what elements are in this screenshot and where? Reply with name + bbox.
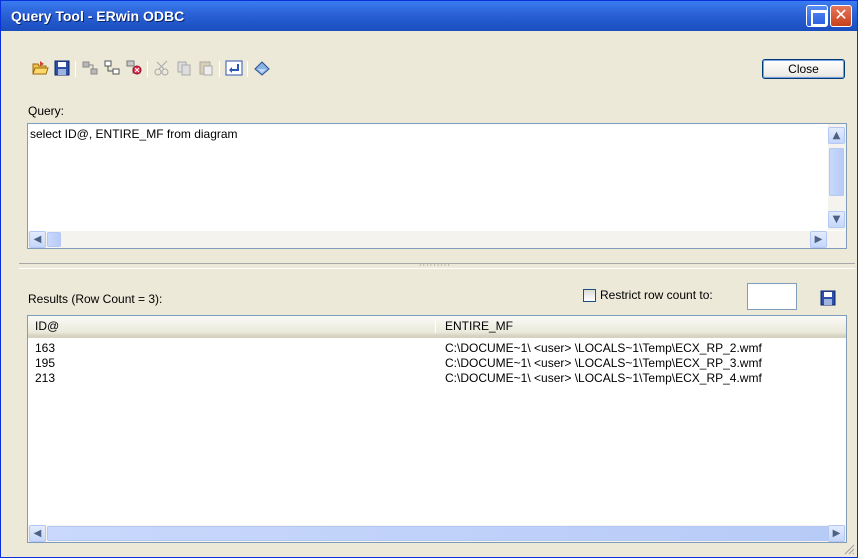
column-header-entire-mf[interactable]: ENTIRE_MF [438, 316, 513, 336]
cell-id: 195 [35, 356, 56, 370]
restrict-row-count-label[interactable]: Restrict row count to: [600, 288, 713, 302]
table-row[interactable]: 163 C:\DOCUME~1\ <user> \LOCALS~1\Temp\E… [28, 341, 846, 356]
results-grid[interactable]: ID@ ENTIRE_MF 163 C:\DOCUME~1\ <user> \L… [27, 315, 847, 543]
pane-splitter[interactable]: ········· [19, 261, 855, 270]
scroll-up-icon[interactable]: ▲ [828, 127, 845, 144]
query-vertical-scrollbar[interactable]: ▲ ▼ [828, 124, 846, 230]
save-results-icon[interactable] [819, 289, 837, 307]
title-bar[interactable]: Query Tool - ERwin ODBC ✕ [1, 1, 857, 31]
scroll-right-icon[interactable]: ▶ [828, 525, 845, 542]
resize-grip-icon[interactable] [843, 543, 855, 555]
scroll-right-icon[interactable]: ▶ [810, 231, 827, 248]
column-divider[interactable] [435, 319, 436, 333]
disconnect-icon[interactable] [125, 59, 143, 77]
maximize-button[interactable] [806, 5, 828, 27]
grid-header: ID@ ENTIRE_MF [28, 316, 846, 338]
query-text[interactable]: select ID@, ENTIRE_MF from diagram [30, 127, 238, 141]
cell-entire-mf: C:\DOCUME~1\ <user> \LOCALS~1\Temp\ECX_R… [445, 356, 762, 370]
cut-icon[interactable] [153, 59, 171, 77]
scroll-left-icon[interactable]: ◀ [29, 231, 46, 248]
connect-icon[interactable] [81, 59, 99, 77]
column-header-id[interactable]: ID@ [28, 316, 59, 336]
cell-entire-mf: C:\DOCUME~1\ <user> \LOCALS~1\Temp\ECX_R… [445, 371, 762, 385]
results-horizontal-scrollbar[interactable]: ◀ ▶ [28, 525, 846, 542]
close-button[interactable]: Close [762, 59, 845, 79]
paste-icon[interactable] [197, 59, 215, 77]
schema-icon[interactable] [103, 59, 121, 77]
scroll-left-icon[interactable]: ◀ [29, 525, 46, 542]
copy-icon[interactable] [175, 59, 193, 77]
cell-entire-mf: C:\DOCUME~1\ <user> \LOCALS~1\Temp\ECX_R… [445, 341, 762, 355]
close-icon: ✕ [834, 5, 848, 24]
cell-id: 163 [35, 341, 56, 355]
row-count-input[interactable] [747, 283, 797, 310]
results-label: Results (Row Count = 3): [28, 292, 163, 306]
table-row[interactable]: 195 C:\DOCUME~1\ <user> \LOCALS~1\Temp\E… [28, 356, 846, 371]
scroll-thumb[interactable] [829, 148, 844, 196]
query-horizontal-scrollbar[interactable]: ◀ ▶ [28, 231, 846, 248]
splitter-grip-icon: ········· [419, 261, 451, 270]
execute-icon[interactable] [225, 59, 243, 77]
clear-icon[interactable] [253, 59, 271, 77]
window-title: Query Tool - ERwin ODBC [11, 8, 185, 24]
close-window-button[interactable]: ✕ [830, 5, 852, 27]
scroll-thumb[interactable] [47, 526, 829, 541]
query-editor[interactable]: select ID@, ENTIRE_MF from diagram ▲ ▼ ◀… [27, 123, 847, 249]
query-label: Query: [28, 104, 65, 118]
scroll-thumb[interactable] [47, 232, 61, 247]
scroll-down-icon[interactable]: ▼ [828, 211, 845, 228]
open-icon[interactable] [31, 59, 49, 77]
cell-id: 213 [35, 371, 56, 385]
restrict-row-count-checkbox[interactable] [583, 289, 596, 302]
save-icon[interactable] [53, 59, 71, 77]
query-tool-window: Query Tool - ERwin ODBC ✕ Close Query: s… [0, 0, 858, 558]
table-row[interactable]: 213 C:\DOCUME~1\ <user> \LOCALS~1\Temp\E… [28, 371, 846, 386]
